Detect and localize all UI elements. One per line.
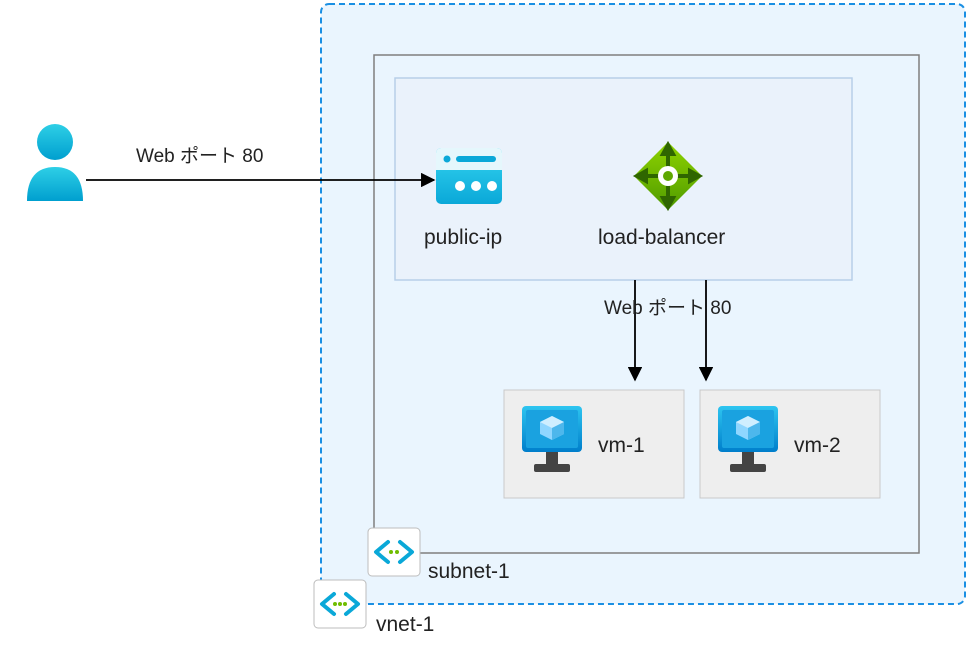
vnet-label: vnet-1 bbox=[376, 613, 434, 636]
edge-user-to-publicip-label: Web ポート 80 bbox=[136, 145, 263, 167]
subnet-label: subnet-1 bbox=[428, 560, 510, 583]
public-ip-label: public-ip bbox=[424, 226, 502, 249]
vm1-box: vm-1 bbox=[504, 390, 684, 498]
edge-lb-to-vms-label: Web ポート 80 bbox=[604, 297, 731, 319]
vnet-badge bbox=[314, 580, 366, 628]
subnet-badge bbox=[368, 528, 420, 576]
public-ip-icon bbox=[436, 148, 502, 204]
load-balancer-label: load-balancer bbox=[598, 226, 725, 249]
user-icon bbox=[27, 124, 83, 201]
vm2-label: vm-2 bbox=[794, 434, 841, 457]
vm2-box: vm-2 bbox=[700, 390, 880, 498]
vm1-label: vm-1 bbox=[598, 434, 645, 457]
